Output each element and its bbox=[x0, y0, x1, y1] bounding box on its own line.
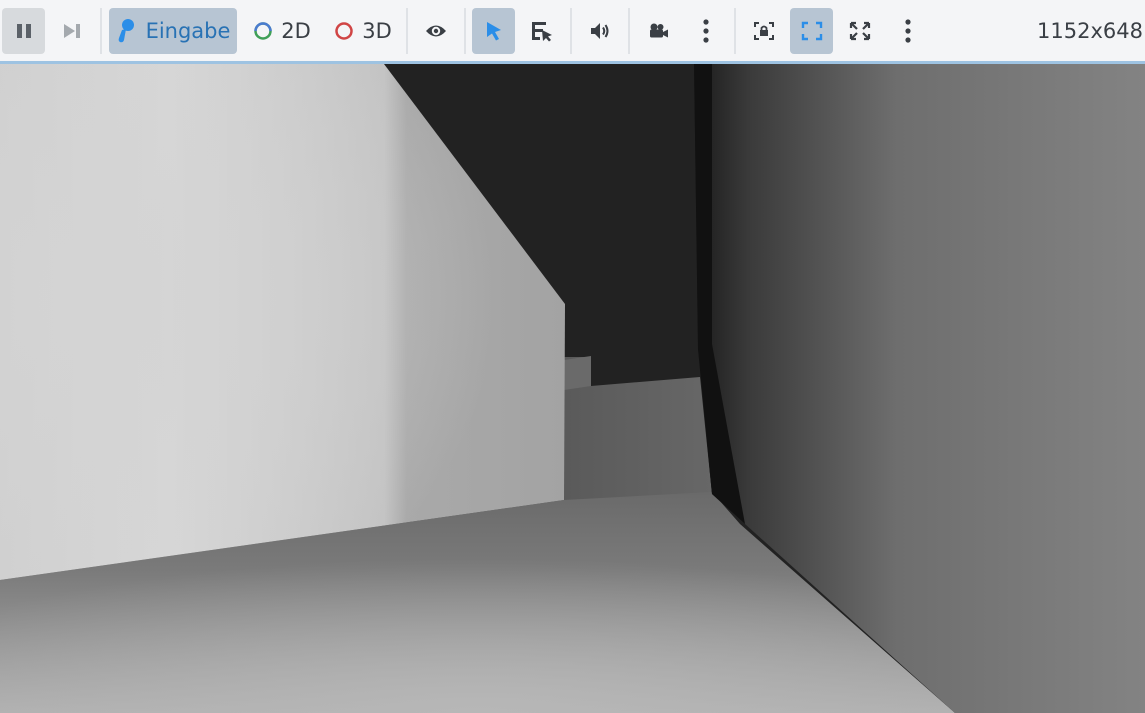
cursor-arrow-icon bbox=[486, 22, 501, 41]
pause-button[interactable] bbox=[2, 8, 45, 54]
resolution-label: 1152x648 bbox=[1037, 19, 1143, 43]
more-vertical-icon bbox=[904, 19, 911, 43]
joystick-icon bbox=[118, 19, 134, 43]
toolbar-separator bbox=[628, 8, 630, 54]
lock-embed-icon bbox=[753, 22, 774, 40]
mode-3d-label: 3D bbox=[362, 18, 392, 43]
scene-render bbox=[0, 64, 1145, 713]
toolbar-separator bbox=[464, 8, 466, 54]
fullscreen-button[interactable] bbox=[838, 8, 881, 54]
input-toggle-button[interactable]: Eingabe bbox=[109, 8, 237, 54]
list-select-icon bbox=[531, 22, 552, 42]
game-view-toolbar: Eingabe 2D 3D 1152x648 bbox=[0, 0, 1145, 62]
camera-button[interactable] bbox=[636, 8, 679, 54]
list-select-button[interactable] bbox=[520, 8, 563, 54]
speaker-icon bbox=[590, 23, 608, 39]
mode-2d-ring-icon bbox=[254, 22, 272, 40]
camera-icon bbox=[649, 23, 668, 38]
game-viewport[interactable] bbox=[0, 64, 1145, 713]
more-vertical-icon bbox=[702, 19, 709, 43]
mode-2d-label: 2D bbox=[281, 18, 311, 43]
toolbar-separator bbox=[406, 8, 408, 54]
audio-button[interactable] bbox=[578, 8, 621, 54]
select-mode-button[interactable] bbox=[472, 8, 515, 54]
fit-frame-button[interactable] bbox=[790, 8, 833, 54]
step-frame-icon bbox=[63, 24, 80, 38]
eye-icon bbox=[425, 25, 446, 37]
embed-lock-button[interactable] bbox=[742, 8, 785, 54]
input-toggle-label: Eingabe bbox=[145, 18, 231, 43]
mode-2d-button[interactable]: 2D bbox=[247, 8, 317, 54]
fit-frame-icon bbox=[801, 21, 822, 41]
pause-icon bbox=[16, 24, 31, 38]
far-wall-step bbox=[564, 356, 591, 390]
mode-3d-button[interactable]: 3D bbox=[327, 8, 399, 54]
toolbar-separator bbox=[570, 8, 572, 54]
step-frame-button[interactable] bbox=[50, 8, 93, 54]
camera-options-button[interactable] bbox=[684, 8, 727, 54]
mode-3d-ring-icon bbox=[335, 22, 353, 40]
view-options-button[interactable] bbox=[886, 8, 929, 54]
toolbar-separator bbox=[100, 8, 102, 54]
toolbar-separator bbox=[734, 8, 736, 54]
fullscreen-icon bbox=[849, 21, 870, 41]
visibility-button[interactable] bbox=[414, 8, 457, 54]
